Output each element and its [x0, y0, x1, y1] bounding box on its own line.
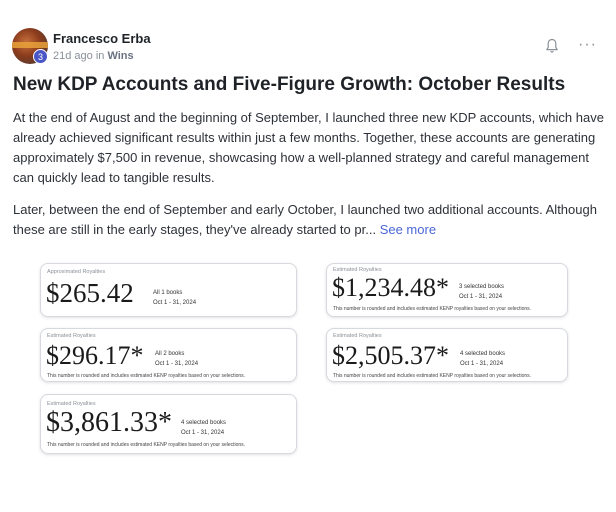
card-amount: $265.42	[46, 278, 134, 308]
author-name[interactable]: Francesco Erba	[53, 31, 151, 46]
post-paragraph-2: Later, between the end of September and …	[13, 200, 605, 240]
community-post: 3 Francesco Erba 21d ago in Wins ··· New…	[0, 0, 616, 512]
card-note: This number is rounded and includes esti…	[333, 306, 532, 312]
avatar-image-band	[12, 42, 48, 48]
royalty-card[interactable]: Estimated Royalties $296.17* All 2 books…	[40, 328, 297, 382]
card-date-range: Oct 1 - 31, 2024	[459, 294, 503, 300]
card-note: This number is rounded and includes esti…	[333, 373, 532, 379]
card-books: 4 selected books	[181, 420, 227, 426]
card-date-range: Oct 1 - 31, 2024	[460, 361, 504, 367]
card-books: 4 selected books	[460, 351, 506, 357]
card-amount: $3,861.33*	[46, 407, 172, 438]
time-ago: 21d ago in	[53, 50, 105, 62]
more-icon[interactable]: ···	[578, 36, 597, 54]
royalty-card[interactable]: Estimated Royalties $3,861.33* 4 selecte…	[40, 394, 297, 454]
card-date-range: Oct 1 - 31, 2024	[153, 300, 197, 306]
card-label: Estimated Royalties	[333, 333, 382, 339]
card-label: Approximated Royalties	[47, 269, 106, 275]
card-amount: $296.17*	[46, 341, 144, 370]
card-amount: $1,234.48*	[332, 273, 449, 302]
post-paragraph-1: At the end of August and the beginning o…	[13, 110, 604, 185]
card-note: This number is rounded and includes esti…	[47, 373, 246, 379]
card-note: This number is rounded and includes esti…	[47, 442, 246, 448]
royalty-card[interactable]: Approximated Royalties $265.42 All 1 boo…	[40, 263, 297, 317]
card-books: All 2 books	[155, 351, 185, 357]
royalty-card[interactable]: Estimated Royalties $1,234.48* 3 selecte…	[326, 263, 568, 317]
post-paragraph-2-text: Later, between the end of September and …	[13, 202, 597, 237]
post-meta: 21d ago in Wins	[53, 50, 134, 62]
card-label: Estimated Royalties	[47, 333, 96, 339]
card-date-range: Oct 1 - 31, 2024	[181, 430, 225, 436]
post-title[interactable]: New KDP Accounts and Five-Figure Growth:…	[13, 74, 565, 96]
level-badge: 3	[33, 49, 48, 64]
avatar-wrapper[interactable]: 3	[12, 28, 48, 64]
card-books: 3 selected books	[459, 284, 505, 290]
see-more-link[interactable]: See more	[380, 222, 436, 237]
royalty-card[interactable]: Estimated Royalties $2,505.37* 4 selecte…	[326, 328, 568, 382]
card-date-range: Oct 1 - 31, 2024	[155, 361, 199, 367]
card-amount: $2,505.37*	[332, 341, 449, 370]
bell-icon[interactable]	[545, 38, 559, 54]
category-link[interactable]: Wins	[107, 50, 133, 62]
card-books: All 1 books	[153, 290, 183, 296]
